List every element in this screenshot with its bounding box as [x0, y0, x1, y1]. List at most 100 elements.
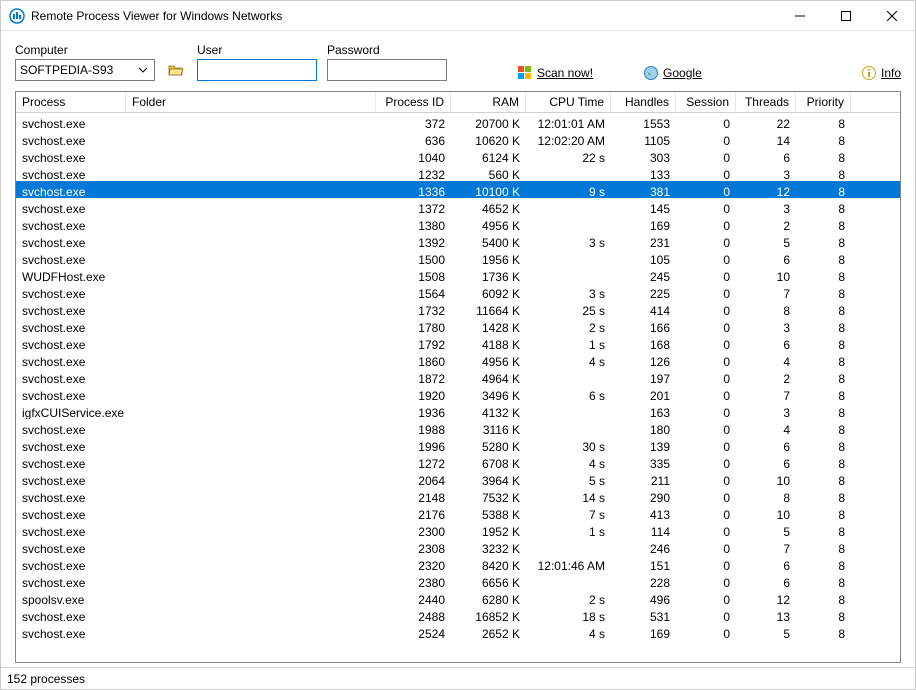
cell-process: svchost.exe: [16, 198, 126, 215]
cell-folder: [126, 419, 376, 436]
cell-threads: 6: [736, 572, 796, 589]
table-row[interactable]: svchost.exe133610100 K9 s3810128: [16, 181, 900, 198]
cell-cpu: 7 s: [526, 504, 611, 521]
cell-folder: [126, 623, 376, 640]
cell-cpu: 12:01:46 AM: [526, 555, 611, 572]
table-row[interactable]: svchost.exe23208420 K12:01:46 AM151068: [16, 555, 900, 572]
cell-ram: 5280 K: [451, 436, 526, 453]
cell-threads: 6: [736, 249, 796, 266]
cell-folder: [126, 300, 376, 317]
table-row[interactable]: WUDFHost.exe15081736 K2450108: [16, 266, 900, 283]
cell-cpu: 1 s: [526, 521, 611, 538]
table-row[interactable]: svchost.exe15001956 K105068: [16, 249, 900, 266]
table-row[interactable]: spoolsv.exe24406280 K2 s4960128: [16, 589, 900, 606]
table-row[interactable]: svchost.exe37220700 K12:01:01 AM15530228: [16, 113, 900, 130]
table-row[interactable]: svchost.exe63610620 K12:02:20 AM11050148: [16, 130, 900, 147]
computer-combo[interactable]: SOFTPEDIA-S93: [15, 59, 155, 81]
col-handles[interactable]: Handles: [611, 92, 676, 112]
info-button[interactable]: Info: [861, 65, 901, 81]
cell-ram: 11664 K: [451, 300, 526, 317]
cell-handles: 246: [611, 538, 676, 555]
user-field: User: [197, 43, 317, 81]
cell-priority: 8: [796, 113, 851, 130]
table-row[interactable]: svchost.exe23083232 K246078: [16, 538, 900, 555]
table-row[interactable]: svchost.exe248816852 K18 s5310138: [16, 606, 900, 623]
cell-folder: [126, 198, 376, 215]
cell-ram: 20700 K: [451, 113, 526, 130]
table-row[interactable]: svchost.exe13724652 K145038: [16, 198, 900, 215]
status-text: 152 processes: [7, 672, 85, 686]
cell-handles: 228: [611, 572, 676, 589]
cell-threads: 10: [736, 266, 796, 283]
cell-session: 0: [676, 130, 736, 147]
cell-ram: 6708 K: [451, 453, 526, 470]
cell-cpu: 3 s: [526, 283, 611, 300]
table-row[interactable]: svchost.exe19965280 K30 s139068: [16, 436, 900, 453]
maximize-button[interactable]: [823, 1, 869, 31]
cell-session: 0: [676, 538, 736, 555]
table-row[interactable]: svchost.exe13804956 K169028: [16, 215, 900, 232]
table-row[interactable]: svchost.exe21487532 K14 s290088: [16, 487, 900, 504]
col-priority[interactable]: Priority: [796, 92, 851, 112]
cell-folder: [126, 538, 376, 555]
cell-session: 0: [676, 368, 736, 385]
scan-button[interactable]: Scan now!: [517, 65, 593, 81]
col-cpu[interactable]: CPU Time: [526, 92, 611, 112]
table-row[interactable]: svchost.exe25242652 K4 s169058: [16, 623, 900, 640]
cell-cpu: [526, 215, 611, 232]
cell-priority: 8: [796, 198, 851, 215]
table-row[interactable]: svchost.exe18724964 K197028: [16, 368, 900, 385]
cell-priority: 8: [796, 266, 851, 283]
cell-threads: 4: [736, 351, 796, 368]
cell-handles: 335: [611, 453, 676, 470]
cell-priority: 8: [796, 572, 851, 589]
cell-session: 0: [676, 215, 736, 232]
password-input[interactable]: [327, 59, 447, 81]
table-row[interactable]: svchost.exe13925400 K3 s231058: [16, 232, 900, 249]
cell-session: 0: [676, 606, 736, 623]
cell-handles: 169: [611, 623, 676, 640]
google-button[interactable]: Google: [643, 65, 702, 81]
table-row[interactable]: svchost.exe1232560 K133038: [16, 164, 900, 181]
cell-threads: 7: [736, 385, 796, 402]
titlebar: Remote Process Viewer for Windows Networ…: [1, 1, 915, 31]
windows-flag-icon: [517, 65, 533, 81]
table-row[interactable]: svchost.exe23806656 K228068: [16, 572, 900, 589]
cell-process: svchost.exe: [16, 419, 126, 436]
table-row[interactable]: igfxCUIService.exe19364132 K163038: [16, 402, 900, 419]
table-row[interactable]: svchost.exe10406124 K22 s303068: [16, 147, 900, 164]
computer-label: Computer: [15, 43, 155, 57]
cell-handles: 126: [611, 351, 676, 368]
table-row[interactable]: svchost.exe17924188 K1 s168068: [16, 334, 900, 351]
col-process[interactable]: Process: [16, 92, 126, 112]
table-row[interactable]: svchost.exe17801428 K2 s166038: [16, 317, 900, 334]
table-row[interactable]: svchost.exe20643964 K5 s2110108: [16, 470, 900, 487]
user-input[interactable]: [197, 59, 317, 81]
table-row[interactable]: svchost.exe12726708 K4 s335068: [16, 453, 900, 470]
cell-session: 0: [676, 198, 736, 215]
col-pid[interactable]: Process ID: [376, 92, 451, 112]
cell-process: svchost.exe: [16, 249, 126, 266]
cell-threads: 8: [736, 300, 796, 317]
cell-priority: 8: [796, 470, 851, 487]
cell-priority: 8: [796, 487, 851, 504]
table-body[interactable]: svchost.exe37220700 K12:01:01 AM15530228…: [16, 113, 900, 662]
col-ram[interactable]: RAM: [451, 92, 526, 112]
cell-handles: 231: [611, 232, 676, 249]
close-button[interactable]: [869, 1, 915, 31]
table-row[interactable]: svchost.exe23001952 K1 s114058: [16, 521, 900, 538]
col-session[interactable]: Session: [676, 92, 736, 112]
cell-handles: 225: [611, 283, 676, 300]
col-threads[interactable]: Threads: [736, 92, 796, 112]
browse-button[interactable]: [165, 59, 187, 81]
cell-threads: 5: [736, 232, 796, 249]
table-row[interactable]: svchost.exe173211664 K25 s414088: [16, 300, 900, 317]
table-row[interactable]: svchost.exe18604956 K4 s126048: [16, 351, 900, 368]
table-row[interactable]: svchost.exe21765388 K7 s4130108: [16, 504, 900, 521]
table-row[interactable]: svchost.exe19203496 K6 s201078: [16, 385, 900, 402]
cell-folder: [126, 113, 376, 130]
table-row[interactable]: svchost.exe19883116 K180048: [16, 419, 900, 436]
col-folder[interactable]: Folder: [126, 92, 376, 112]
minimize-button[interactable]: [777, 1, 823, 31]
table-row[interactable]: svchost.exe15646092 K3 s225078: [16, 283, 900, 300]
